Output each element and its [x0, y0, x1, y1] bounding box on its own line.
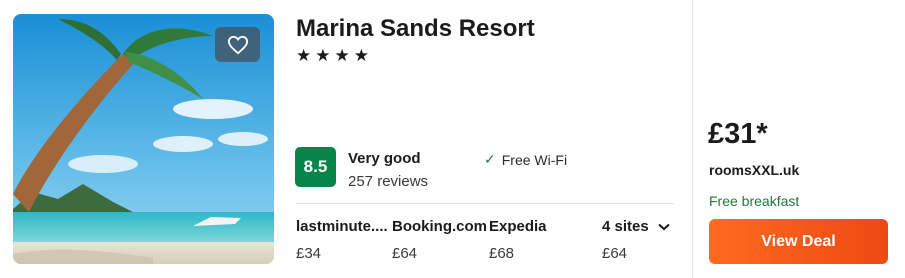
review-count[interactable]: 257 reviews — [348, 173, 428, 190]
star-rating: ★★★★ — [296, 46, 373, 65]
offer-price: £34 — [296, 245, 322, 262]
more-sites-header: 4 sites — [602, 218, 670, 235]
hotel-photo[interactable] — [13, 14, 274, 264]
offer-booking[interactable]: Booking.com £64 — [392, 218, 487, 262]
divider — [296, 203, 674, 204]
offer-site: lastminute.... — [296, 218, 388, 235]
deal-provider: roomsXXL.uk — [709, 162, 800, 178]
section-divider — [692, 0, 693, 278]
check-icon: ✓ — [484, 151, 496, 167]
hotel-result-card: Marina Sands Resort ★★★★ 8.5 Very good 2… — [0, 0, 905, 278]
offer-site: Booking.com — [392, 218, 488, 235]
heart-icon — [227, 35, 248, 54]
more-sites-price: £64 — [602, 245, 628, 262]
amenity-wifi: ✓ Free Wi-Fi — [484, 151, 567, 168]
offer-lastminute[interactable]: lastminute.... £34 — [296, 218, 388, 262]
favorite-button[interactable] — [215, 27, 260, 62]
offer-price: £64 — [392, 245, 418, 262]
offer-price: £68 — [489, 245, 515, 262]
offer-expedia[interactable]: Expedia £68 — [489, 218, 547, 262]
more-sites-dropdown[interactable]: 4 sites £64 — [602, 218, 670, 262]
more-sites-label: 4 sites — [602, 218, 649, 235]
deal-perk: Free breakfast — [709, 193, 800, 209]
chevron-down-icon — [658, 223, 670, 230]
offer-site: Expedia — [489, 218, 547, 235]
hotel-name[interactable]: Marina Sands Resort — [296, 15, 535, 43]
view-deal-button[interactable]: View Deal — [709, 219, 888, 264]
rating-label: Very good — [348, 150, 421, 167]
rating-score-badge: 8.5 — [295, 147, 336, 187]
amenity-label: Free Wi-Fi — [501, 151, 568, 168]
deal-price: £31* — [708, 118, 768, 150]
